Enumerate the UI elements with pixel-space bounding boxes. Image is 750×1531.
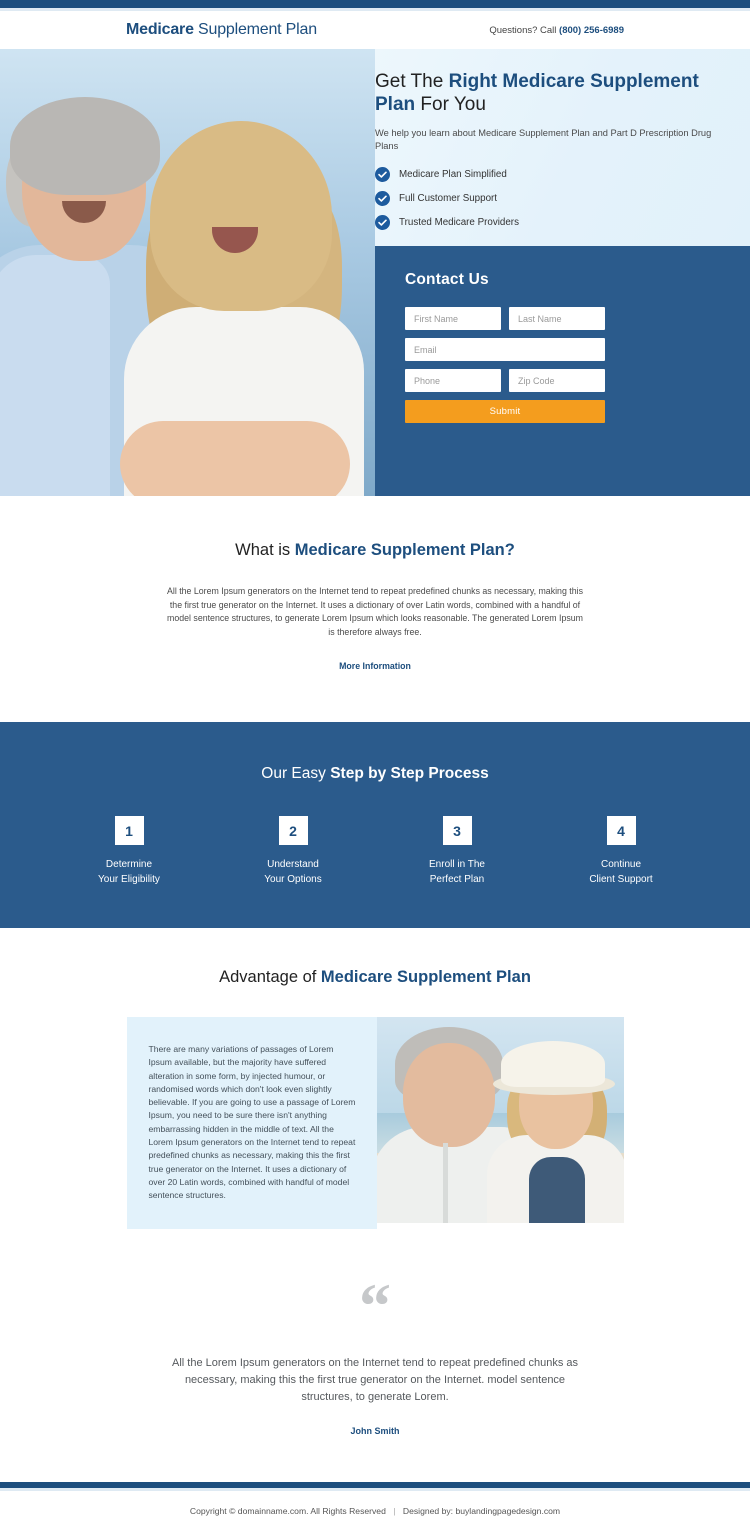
advantage-photo-man-head	[402, 1043, 495, 1147]
logo-bold-text: Medicare	[126, 21, 194, 38]
hero-photo	[0, 49, 375, 496]
hero-bullet-list: Medicare Plan Simplified Full Customer S…	[375, 167, 720, 230]
hero-bullet-label: Medicare Plan Simplified	[399, 169, 507, 180]
testimonial-section: “ All the Lorem Ipsum generators on the …	[0, 1228, 750, 1482]
more-information-link[interactable]: More Information	[339, 661, 411, 671]
header-phone[interactable]: Questions? Call (800) 256-6989	[489, 25, 624, 36]
process-step-line1: Continue	[600, 859, 642, 870]
last-name-input[interactable]	[509, 307, 605, 330]
site-header: Medicare Supplement Plan Questions? Call…	[0, 11, 750, 49]
check-circle-icon	[375, 167, 390, 182]
first-name-input[interactable]	[405, 307, 501, 330]
quote-icon: “	[359, 1269, 391, 1341]
hero-right-column: Get The Right Medicare Supplement Plan F…	[375, 49, 750, 496]
footer-copyright: Copyright © domainname.com. All Rights R…	[189, 1505, 386, 1516]
hero-title-part1: Get The	[375, 71, 449, 92]
header-phone-number: (800) 256-6989	[559, 24, 624, 36]
process-step-label: Enroll in The Perfect Plan	[404, 858, 510, 887]
process-step-line1: Determine	[105, 859, 153, 870]
process-step-label: Understand Your Options	[240, 858, 346, 887]
process-step: 3 Enroll in The Perfect Plan	[404, 816, 510, 887]
site-footer: Copyright © domainname.com. All Rights R…	[0, 1490, 750, 1531]
hero-photo-woman-arm	[120, 421, 350, 496]
advantage-photo	[376, 1017, 624, 1223]
hero-photo-man-shirt	[0, 255, 110, 496]
advantage-text: There are many variations of passages of…	[126, 1017, 377, 1229]
advantage-title-part1: Advantage of	[219, 968, 321, 986]
testimonial-text: All the Lorem Ipsum generators on the In…	[171, 1356, 579, 1403]
process-step: 4 Continue Client Support	[568, 816, 674, 887]
advantage-photo-man-zipper	[442, 1143, 448, 1223]
hero-bullet-label: Full Customer Support	[399, 193, 498, 204]
advantage-body: There are many variations of passages of…	[0, 1017, 750, 1229]
what-is-body: All the Lorem Ipsum generators on the In…	[167, 586, 583, 637]
submit-button[interactable]: Submit	[405, 400, 605, 423]
what-is-title-highlight: Medicare Supplement Plan?	[294, 541, 515, 559]
check-circle-icon	[375, 191, 390, 206]
process-title-part1: Our Easy	[261, 765, 331, 782]
advantage-title: Advantage of Medicare Supplement Plan	[0, 968, 750, 987]
contact-form-fields: Submit	[405, 307, 720, 423]
footer-designed-by[interactable]: Designed by: buylandingpagedesign.com	[403, 1506, 560, 1516]
hero-bullet-label: Trusted Medicare Providers	[399, 217, 519, 228]
contact-form-title: Contact Us	[405, 271, 489, 288]
advantage-section: Advantage of Medicare Supplement Plan Th…	[0, 928, 750, 1229]
form-row-submit: Submit	[405, 400, 720, 423]
process-title: Our Easy Step by Step Process	[0, 765, 750, 783]
form-row-phone-zip	[405, 369, 720, 392]
hero-title-part2: For You	[415, 94, 486, 115]
footer-separator: |	[393, 1505, 396, 1516]
what-is-title-part1: What is	[235, 541, 295, 559]
footer-text: Copyright © domainname.com. All Rights R…	[190, 1506, 560, 1516]
contact-form: Contact Us Submit	[375, 246, 750, 496]
hero-section: Get The Right Medicare Supplement Plan F…	[0, 49, 750, 496]
hero-photo-man-hair	[10, 97, 160, 195]
process-step-number: 2	[278, 816, 308, 845]
advantage-title-highlight: Medicare Supplement Plan	[320, 968, 531, 986]
process-step-number: 1	[114, 816, 144, 845]
hero-copy-block: Get The Right Medicare Supplement Plan F…	[375, 49, 750, 246]
process-step-line1: Enroll in The	[429, 859, 485, 870]
process-step-line1: Understand	[267, 859, 319, 870]
hero-bullet-item: Full Customer Support	[375, 191, 720, 206]
advantage-photo-woman-top	[528, 1157, 585, 1223]
hero-subtitle: We help you learn about Medicare Supplem…	[375, 128, 712, 151]
site-logo[interactable]: Medicare Supplement Plan	[126, 21, 317, 39]
testimonial-author: John Smith	[350, 1425, 400, 1436]
process-steps-row: 1 Determine Your Eligibility 2 Understan…	[0, 816, 750, 887]
advantage-photo-woman-hat	[500, 1041, 605, 1087]
landing-page: Medicare Supplement Plan Questions? Call…	[0, 0, 750, 1531]
what-is-title: What is Medicare Supplement Plan?	[0, 541, 750, 560]
what-is-section: What is Medicare Supplement Plan? All th…	[0, 496, 750, 722]
zip-code-input[interactable]	[509, 369, 605, 392]
email-input[interactable]	[405, 338, 605, 361]
hero-photo-woman-hair	[150, 121, 332, 311]
process-step: 2 Understand Your Options	[240, 816, 346, 887]
process-step-number: 4	[606, 816, 636, 845]
process-step-line2: Perfect Plan	[429, 873, 485, 885]
form-row-name	[405, 307, 720, 330]
check-circle-icon	[375, 215, 390, 230]
hero-title: Get The Right Medicare Supplement Plan F…	[375, 70, 720, 116]
process-step-number: 3	[442, 816, 472, 845]
hero-bullet-item: Trusted Medicare Providers	[375, 215, 720, 230]
header-phone-prefix: Questions? Call	[489, 24, 560, 36]
process-title-highlight: Step by Step Process	[330, 765, 489, 782]
hero-bullet-item: Medicare Plan Simplified	[375, 167, 720, 182]
process-step-label: Continue Client Support	[568, 858, 674, 887]
process-step-line2: Your Options	[264, 873, 322, 885]
logo-light-text: Supplement Plan	[193, 21, 317, 38]
process-step-line2: Client Support	[589, 873, 653, 885]
phone-input[interactable]	[405, 369, 501, 392]
process-step-line2: Your Eligibility	[98, 873, 160, 885]
process-section: Our Easy Step by Step Process 1 Determin…	[0, 722, 750, 928]
process-step-label: Determine Your Eligibility	[76, 858, 182, 887]
top-accent-bar	[0, 0, 750, 8]
process-step: 1 Determine Your Eligibility	[76, 816, 182, 887]
form-row-email	[405, 338, 720, 361]
